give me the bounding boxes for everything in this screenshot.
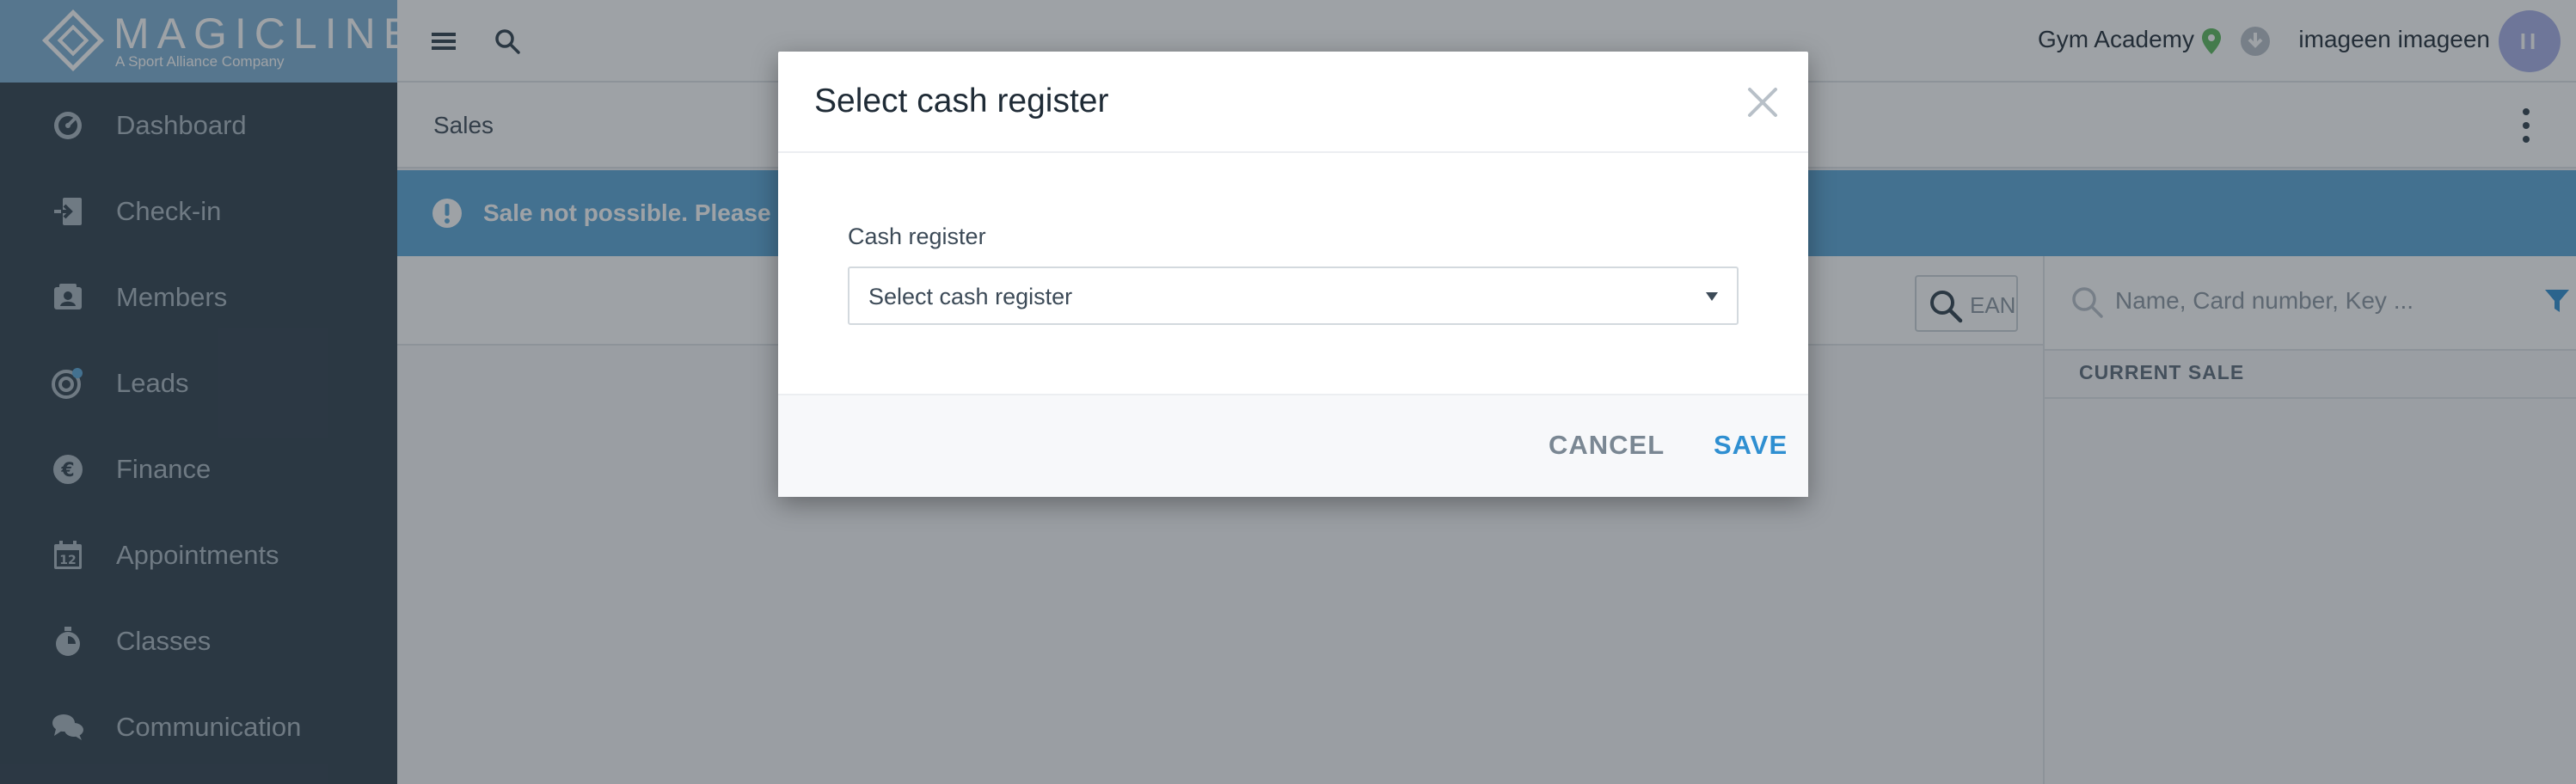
cash-register-label: Cash register: [848, 224, 986, 249]
dialog-header: Select cash register: [778, 52, 1808, 153]
cancel-button[interactable]: CANCEL: [1549, 430, 1665, 461]
dialog-title: Select cash register: [814, 83, 1109, 119]
close-icon[interactable]: [1743, 83, 1782, 122]
select-cash-register-dialog: Select cash register Cash register Selec…: [778, 52, 1808, 497]
select-value: Select cash register: [868, 284, 1073, 309]
dialog-footer: CANCEL SAVE: [778, 394, 1808, 497]
cash-register-select[interactable]: Select cash register: [848, 266, 1739, 325]
save-button[interactable]: SAVE: [1714, 430, 1788, 461]
caret-down-icon: [1706, 292, 1718, 301]
